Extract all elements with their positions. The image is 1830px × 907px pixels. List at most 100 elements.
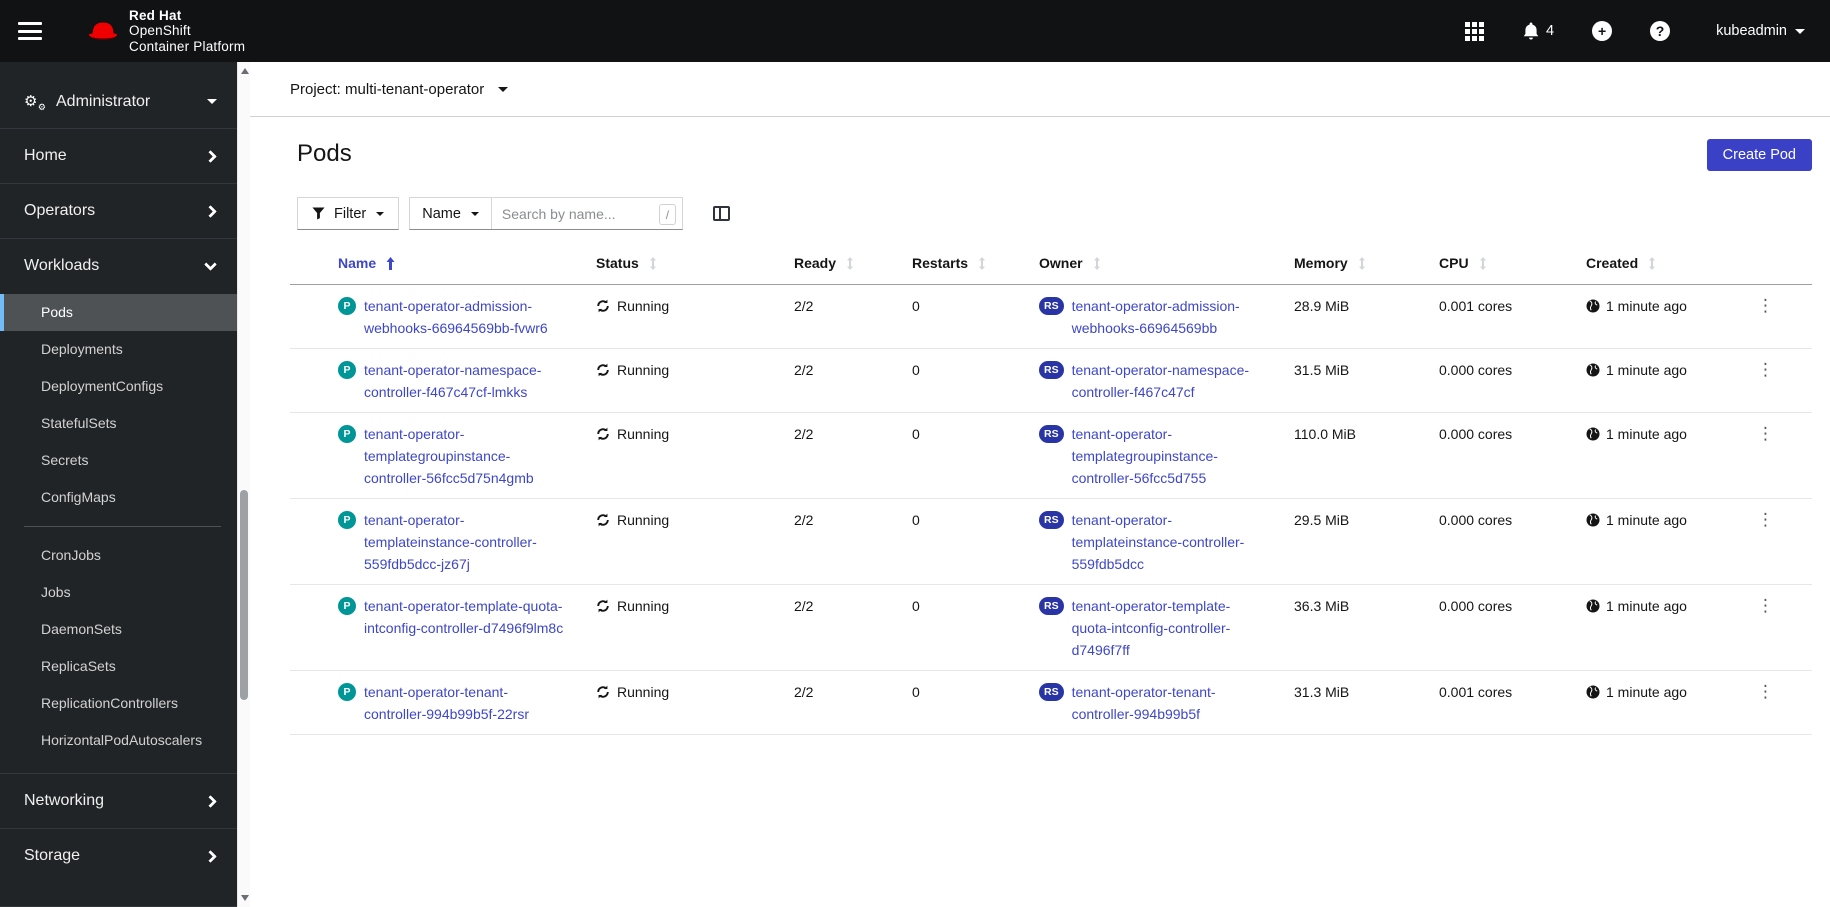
pod-memory: 36.3 MiB	[1278, 584, 1423, 671]
column-header-owner[interactable]: Owner	[1039, 255, 1101, 271]
pod-name-link[interactable]: tenant-operator-admission-webhooks-66964…	[364, 295, 564, 339]
running-sync-icon	[597, 513, 609, 527]
search-input[interactable]	[491, 198, 682, 229]
columns-icon	[712, 206, 730, 221]
brand-logo[interactable]: Red Hat OpenShift Container Platform	[86, 8, 245, 55]
pod-restarts: 0	[896, 412, 1023, 499]
sidebar-item-replicationcontrollers[interactable]: ReplicationControllers	[0, 685, 237, 722]
kebab-menu-button[interactable]: ⋮	[1757, 426, 1774, 443]
pod-table-row: P tenant-operator-namespace-controller-f…	[290, 348, 1812, 413]
project-label: Project:	[290, 80, 341, 98]
question-circle-icon: ?	[1650, 21, 1671, 41]
column-header-memory[interactable]: Memory	[1294, 255, 1366, 271]
perspective-switcher[interactable]: ⚙ ⚙ Administrator	[0, 62, 237, 128]
sidebar-section-networking[interactable]: Networking	[0, 774, 237, 828]
scrollbar-thumb[interactable]	[240, 490, 248, 700]
project-name: multi-tenant-operator	[345, 80, 485, 98]
sidebar-item-configmaps[interactable]: ConfigMaps	[0, 479, 237, 516]
pod-cpu: 0.001 cores	[1423, 670, 1570, 735]
pod-memory: 29.5 MiB	[1278, 498, 1423, 585]
globe-icon	[1586, 513, 1600, 527]
sidebar-section-operators[interactable]: Operators	[0, 184, 237, 238]
column-header-status[interactable]: Status	[596, 255, 657, 271]
pod-name-link[interactable]: tenant-operator-template-quota-intconfig…	[364, 595, 564, 639]
kebab-menu-button[interactable]: ⋮	[1757, 598, 1774, 615]
globe-icon	[1586, 599, 1600, 613]
scroll-up-arrow-icon[interactable]	[241, 68, 249, 74]
app-window: Red Hat OpenShift Container Platform 4 +…	[0, 0, 1830, 907]
manage-columns-button[interactable]	[712, 206, 730, 221]
column-header-created[interactable]: Created	[1586, 255, 1656, 271]
pods-table: Name Status Ready Restarts Owner Memory …	[290, 242, 1812, 735]
sidebar-section-storage[interactable]: Storage	[0, 829, 237, 883]
pod-created: 1 minute ago	[1606, 512, 1687, 528]
pod-cpu: 0.000 cores	[1423, 498, 1570, 585]
column-header-name[interactable]: Name	[338, 255, 395, 271]
sidebar-section-label: Home	[24, 147, 67, 164]
project-selector[interactable]: Project: multi-tenant-operator	[290, 80, 509, 98]
owner-link[interactable]: tenant-operator-tenant-controller-994b99…	[1072, 681, 1262, 725]
pod-table-row: P tenant-operator-templateinstance-contr…	[290, 498, 1812, 585]
username: kubeadmin	[1716, 23, 1787, 39]
sidebar-section-label: Networking	[24, 792, 105, 809]
sidebar-section-home[interactable]: Home	[0, 129, 237, 183]
search-group: Name /	[409, 197, 683, 230]
notifications-button[interactable]: 4	[1522, 22, 1554, 41]
sidebar-item-statefulsets[interactable]: StatefulSets	[0, 405, 237, 442]
pod-name-link[interactable]: tenant-operator-tenant-controller-994b99…	[364, 681, 564, 725]
kebab-menu-button[interactable]: ⋮	[1757, 684, 1774, 701]
running-sync-icon	[597, 685, 609, 699]
owner-link[interactable]: tenant-operator-templategroupinstance-co…	[1072, 423, 1262, 489]
pod-name-link[interactable]: tenant-operator-namespace-controller-f46…	[364, 359, 564, 403]
sidebar-item-jobs[interactable]: Jobs	[0, 574, 237, 611]
sort-icon	[1479, 256, 1487, 270]
app-launcher-button[interactable]	[1464, 21, 1484, 41]
pod-name-link[interactable]: tenant-operator-templategroupinstance-co…	[364, 423, 564, 489]
kebab-menu-button[interactable]: ⋮	[1757, 512, 1774, 529]
table-header-row: Name Status Ready Restarts Owner Memory …	[290, 242, 1812, 285]
sidebar-item-pods[interactable]: Pods	[0, 294, 237, 331]
sidebar-section-workloads[interactable]: Workloads	[0, 239, 237, 293]
owner-link[interactable]: tenant-operator-templateinstance-control…	[1072, 509, 1262, 575]
pod-memory: 110.0 MiB	[1278, 412, 1423, 499]
pod-table-row: P tenant-operator-tenant-controller-994b…	[290, 670, 1812, 735]
column-header-ready[interactable]: Ready	[794, 255, 854, 271]
sidebar-item-deploymentconfigs[interactable]: DeploymentConfigs	[0, 368, 237, 405]
sidebar-item-cronjobs[interactable]: CronJobs	[0, 537, 237, 574]
nav-toggle-button[interactable]	[18, 20, 46, 42]
owner-link[interactable]: tenant-operator-template-quota-intconfig…	[1072, 595, 1262, 661]
kebab-menu-button[interactable]: ⋮	[1757, 362, 1774, 379]
pod-table-row: P tenant-operator-template-quota-intconf…	[290, 584, 1812, 671]
sidebar-item-secrets[interactable]: Secrets	[0, 442, 237, 479]
vertical-scrollbar[interactable]	[237, 62, 250, 907]
pods-table-body: P tenant-operator-admission-webhooks-669…	[290, 284, 1812, 735]
chevron-down-icon	[498, 86, 509, 92]
kebab-menu-button[interactable]: ⋮	[1757, 298, 1774, 315]
filter-dropdown[interactable]: Filter	[297, 197, 400, 230]
owner-link[interactable]: tenant-operator-admission-webhooks-66964…	[1072, 295, 1262, 339]
help-button[interactable]: ?	[1650, 21, 1671, 41]
search-attribute-dropdown[interactable]: Name	[410, 198, 492, 229]
sidebar-item-replicasets[interactable]: ReplicaSets	[0, 648, 237, 685]
import-yaml-button[interactable]: +	[1592, 21, 1613, 41]
pod-created: 1 minute ago	[1606, 362, 1687, 378]
column-header-cpu[interactable]: CPU	[1439, 255, 1487, 271]
toolbar: Filter Name /	[297, 197, 1812, 230]
column-header-restarts[interactable]: Restarts	[912, 255, 986, 271]
pod-created: 1 minute ago	[1606, 598, 1687, 614]
sort-icon	[1093, 256, 1101, 270]
pod-name-link[interactable]: tenant-operator-templateinstance-control…	[364, 509, 564, 575]
pod-ready: 2/2	[778, 348, 896, 413]
sidebar-item-horizontalpodautoscalers[interactable]: HorizontalPodAutoscalers	[0, 722, 237, 759]
create-pod-button[interactable]: Create Pod	[1706, 139, 1812, 171]
pod-created: 1 minute ago	[1606, 426, 1687, 442]
sidebar-item-daemonsets[interactable]: DaemonSets	[0, 611, 237, 648]
sidebar-item-deployments[interactable]: Deployments	[0, 331, 237, 368]
sidebar-nav: ⚙ ⚙ Administrator Home Operators Workload…	[0, 62, 237, 907]
owner-link[interactable]: tenant-operator-namespace-controller-f46…	[1072, 359, 1262, 403]
sort-icon	[649, 256, 657, 270]
sort-icon	[1358, 256, 1366, 270]
pod-cpu: 0.000 cores	[1423, 348, 1570, 413]
user-menu[interactable]: kubeadmin	[1716, 23, 1805, 39]
scroll-down-arrow-icon[interactable]	[241, 895, 249, 901]
